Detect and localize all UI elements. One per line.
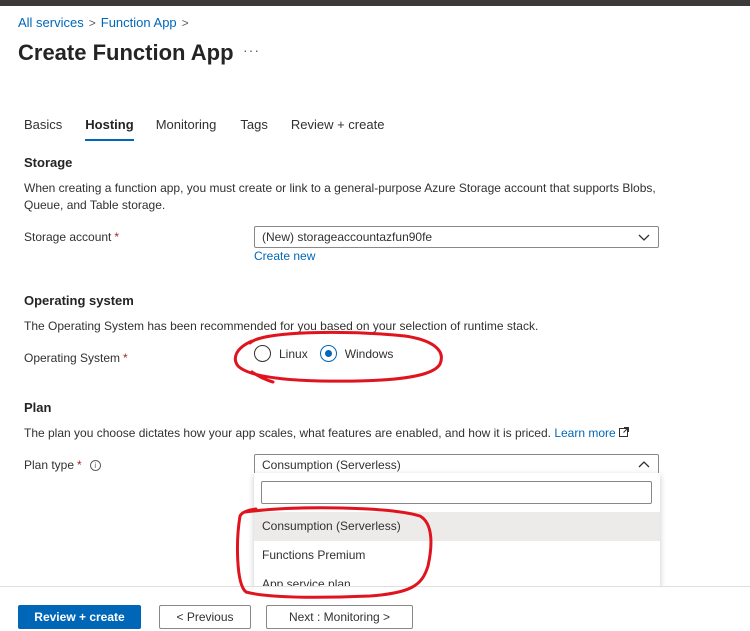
page-title: Create Function App bbox=[18, 40, 234, 65]
previous-button[interactable]: < Previous bbox=[159, 605, 251, 629]
radio-windows[interactable] bbox=[319, 345, 337, 362]
breadcrumb-function-app[interactable]: Function App bbox=[101, 15, 177, 30]
top-bar bbox=[0, 0, 750, 6]
plan-option-functions-premium[interactable]: Functions Premium bbox=[254, 541, 660, 570]
tab-basics[interactable]: Basics bbox=[24, 117, 62, 141]
plan-description: The plan you choose dictates how your ap… bbox=[24, 425, 684, 442]
radio-linux[interactable] bbox=[254, 345, 271, 362]
storage-account-value: (New) storageaccountazfun90fe bbox=[262, 230, 433, 244]
os-description: The Operating System has been recommende… bbox=[24, 319, 539, 333]
storage-description: When creating a function app, you must c… bbox=[24, 181, 656, 212]
storage-account-select[interactable]: (New) storageaccountazfun90fe bbox=[254, 226, 659, 248]
storage-heading: Storage bbox=[24, 155, 73, 170]
learn-more-link[interactable]: Learn more bbox=[554, 426, 615, 440]
breadcrumb: All services > Function App > bbox=[18, 15, 194, 30]
tab-tags[interactable]: Tags bbox=[240, 117, 267, 141]
breadcrumb-separator: > bbox=[88, 15, 96, 30]
tab-bar: Basics Hosting Monitoring Tags Review + … bbox=[24, 117, 406, 141]
radio-linux-label[interactable]: Linux bbox=[279, 347, 308, 361]
os-heading: Operating system bbox=[24, 293, 134, 308]
plan-type-search-input[interactable] bbox=[261, 481, 652, 504]
plan-type-value: Consumption (Serverless) bbox=[262, 458, 401, 472]
external-link-icon bbox=[619, 426, 630, 440]
tab-monitoring[interactable]: Monitoring bbox=[156, 117, 217, 141]
next-monitoring-button[interactable]: Next : Monitoring > bbox=[266, 605, 413, 629]
plan-description-text: The plan you choose dictates how your ap… bbox=[24, 426, 551, 440]
chevron-down-icon bbox=[638, 232, 650, 242]
os-label: Operating System * bbox=[24, 351, 128, 365]
tab-hosting[interactable]: Hosting bbox=[85, 117, 135, 141]
required-asterisk: * bbox=[77, 458, 82, 472]
os-label-text: Operating System bbox=[24, 351, 121, 365]
more-icon[interactable]: ··· bbox=[243, 42, 260, 58]
plan-type-label-text: Plan type bbox=[24, 458, 75, 472]
tab-review-create[interactable]: Review + create bbox=[291, 117, 385, 141]
plan-option-consumption[interactable]: Consumption (Serverless) bbox=[254, 512, 660, 541]
os-radio-group: Linux Windows bbox=[254, 345, 405, 362]
chevron-up-icon bbox=[638, 460, 650, 470]
plan-heading: Plan bbox=[24, 400, 52, 415]
plan-type-dropdown: Consumption (Serverless) Functions Premi… bbox=[254, 473, 660, 600]
create-new-link[interactable]: Create new bbox=[254, 249, 315, 263]
required-asterisk: * bbox=[114, 230, 120, 244]
review-create-button[interactable]: Review + create bbox=[18, 605, 141, 629]
info-icon[interactable]: i bbox=[89, 460, 101, 471]
breadcrumb-all-services[interactable]: All services bbox=[18, 15, 84, 30]
breadcrumb-separator: > bbox=[181, 15, 189, 30]
storage-account-label-text: Storage account bbox=[24, 230, 112, 244]
storage-account-label: Storage account * bbox=[24, 230, 119, 244]
required-asterisk: * bbox=[123, 351, 128, 365]
radio-windows-label[interactable]: Windows bbox=[345, 347, 394, 361]
footer-bar: Review + create < Previous Next : Monito… bbox=[0, 586, 750, 631]
plan-type-label: Plan type * i bbox=[24, 458, 101, 472]
